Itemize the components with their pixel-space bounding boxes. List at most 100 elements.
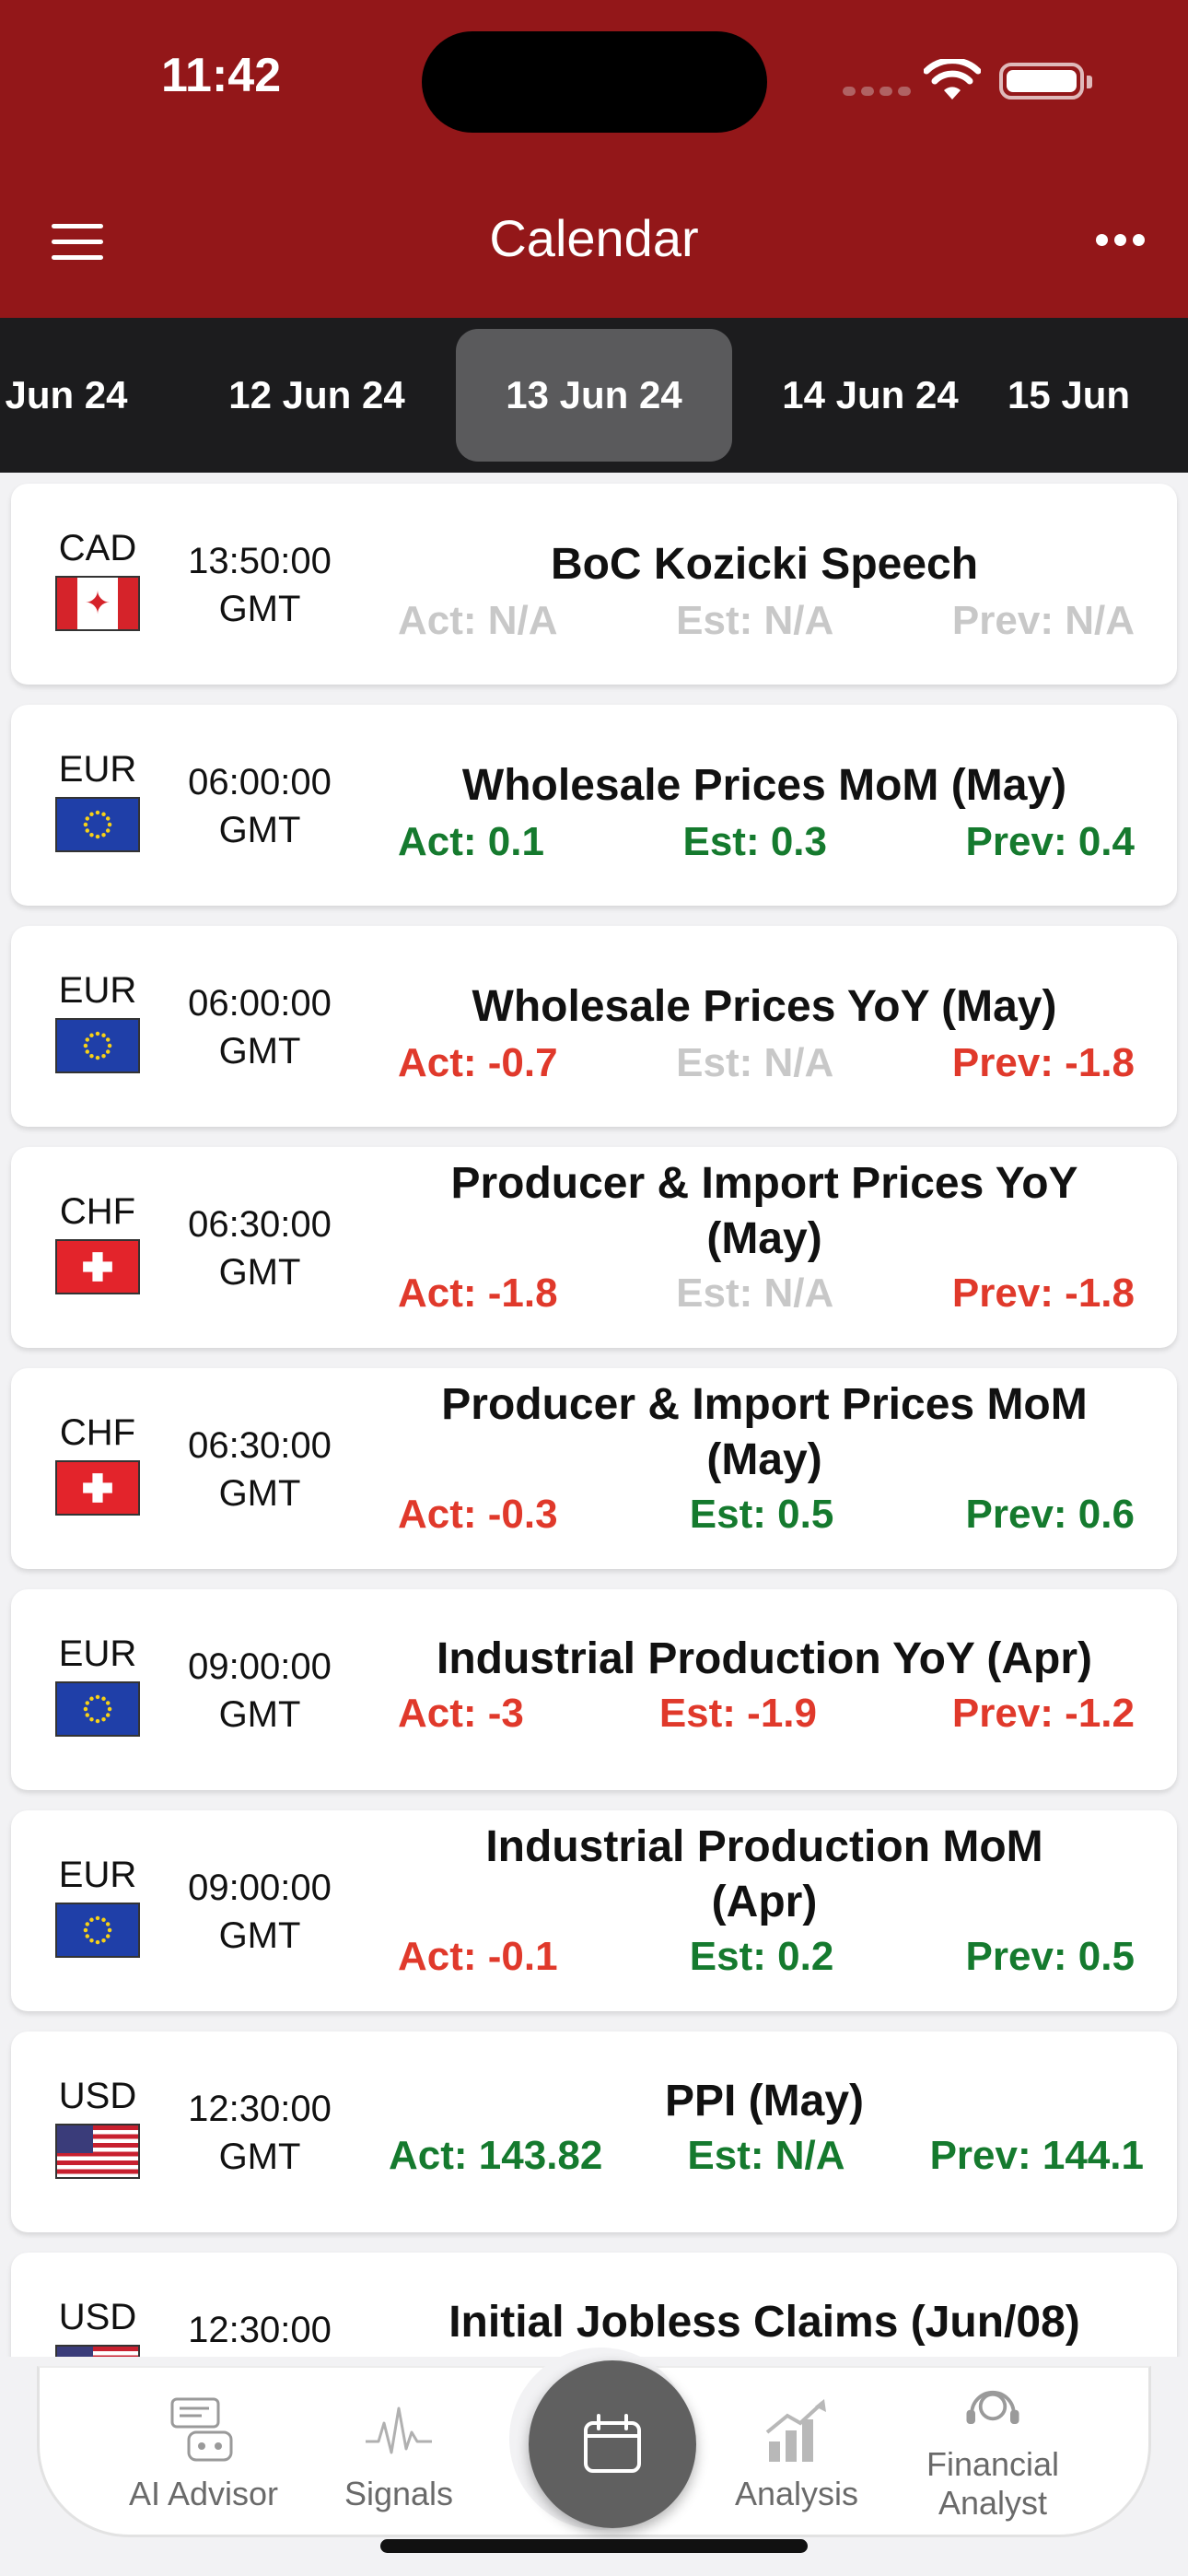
estimate-value: Est: 0.3: [682, 819, 827, 864]
date-tab-15-jun[interactable]: 15 Jun: [967, 329, 1188, 462]
currency-code: EUR: [58, 1633, 137, 1674]
nav-financial-analyst-label: Analyst: [938, 2484, 1048, 2522]
estimate-value: Est: -1.9: [658, 1691, 817, 1736]
page-title: Calendar: [489, 209, 699, 267]
wifi-icon: [924, 59, 981, 100]
date-tab-11-jun[interactable]: Jun 24: [0, 329, 204, 462]
actual-value: Act: -3: [398, 1691, 524, 1736]
event-time: 13:50:00: [188, 541, 332, 581]
us-flag-icon: [55, 2124, 140, 2179]
event-title-line: (May): [706, 1435, 822, 1484]
event-time: 12:30:00: [188, 2310, 332, 2350]
currency-code: EUR: [58, 1855, 137, 1895]
calendar-fab-button[interactable]: [529, 2360, 696, 2528]
nav-analysis-label: Analysis: [734, 2475, 859, 2512]
event-timezone: GMT: [218, 2137, 301, 2177]
swiss-flag-icon: [55, 1239, 140, 1294]
event-title-line: (May): [706, 1214, 822, 1263]
date-tab-13-jun[interactable]: 13 Jun 24: [456, 329, 732, 462]
nav-financial-analyst[interactable]: Financial Analyst: [891, 2377, 1094, 2523]
event-time: 06:30:00: [188, 1425, 332, 1466]
event-time: 06:30:00: [188, 1204, 332, 1245]
date-tab-12-jun[interactable]: 12 Jun 24: [179, 329, 455, 462]
date-selector: Jun 24 12 Jun 24 13 Jun 24 14 Jun 24 15 …: [0, 318, 1188, 473]
event-timezone: GMT: [218, 1915, 301, 1956]
event-title: Wholesale Prices MoM (May): [461, 761, 1067, 810]
event-timezone: GMT: [218, 1694, 301, 1735]
event-title: Producer & Import Prices YoY (May): [378, 1156, 1151, 1267]
event-values: Act: -3 Est: -1.9 Prev: -1.2: [398, 1689, 1135, 1739]
us-flag-icon: [55, 2345, 140, 2357]
home-indicator: [380, 2539, 808, 2553]
previous-value: Prev: 0.4: [965, 819, 1135, 864]
event-card[interactable]: CAD ✦ 13:50:00 GMT BoC Kozicki Speech Ac…: [11, 484, 1177, 685]
actual-value: Act: -0.3: [398, 1492, 558, 1537]
event-time: 09:00:00: [188, 1868, 332, 1908]
currency-code: USD: [58, 2297, 137, 2337]
event-title: Industrial Production YoY (Apr): [436, 1634, 1093, 1683]
swiss-flag-icon: [55, 1460, 140, 1516]
event-card[interactable]: EUR 06:00:00 GMT Wholesale Prices YoY (M…: [11, 926, 1177, 1127]
event-title: PPI (May): [664, 2077, 865, 2125]
currency-code: CHF: [59, 1412, 136, 1453]
event-card[interactable]: CHF 06:30:00 GMT Producer & Import Price…: [11, 1147, 1177, 1348]
event-card[interactable]: EUR 06:00:00 GMT Wholesale Prices MoM (M…: [11, 705, 1177, 906]
event-timezone: GMT: [218, 810, 301, 850]
estimate-value: Est: N/A: [676, 598, 834, 643]
nav-analysis[interactable]: Analysis: [695, 2395, 898, 2513]
actual-value: Act: 0.1: [398, 819, 544, 864]
currency-code: CAD: [58, 528, 137, 568]
event-values: Act: 0.1 Est: 0.3 Prev: 0.4: [398, 817, 1135, 867]
event-values: Act: 143.82 Est: N/A Prev: 144.1: [389, 2131, 1144, 2181]
actual-value: Act: 143.82: [389, 2133, 603, 2178]
event-timezone: GMT: [218, 1031, 301, 1071]
status-time: 11:42: [161, 49, 282, 102]
event-time: 12:30:00: [188, 2089, 332, 2129]
actual-value: Act: -0.7: [398, 1040, 558, 1085]
eu-flag-icon: [55, 1018, 140, 1073]
event-timezone: GMT: [218, 1252, 301, 1293]
eu-flag-icon: [55, 797, 140, 852]
event-title: Producer & Import Prices MoM (May): [378, 1377, 1151, 1488]
nav-signals[interactable]: Signals: [297, 2395, 500, 2513]
event-values: Act: -0.1 Est: 0.2 Prev: 0.5: [398, 1932, 1135, 1982]
event-values: Act: -0.3 Est: 0.5 Prev: 0.6: [398, 1490, 1135, 1540]
nav-signals-label: Signals: [344, 2475, 454, 2512]
previous-value: Prev: 0.6: [965, 1492, 1135, 1537]
previous-value: Prev: 0.5: [965, 1934, 1135, 1979]
nav-ai-advisor[interactable]: AI Advisor: [102, 2395, 305, 2513]
canada-flag-icon: ✦: [55, 576, 140, 631]
previous-value: Prev: N/A: [951, 598, 1135, 643]
event-card[interactable]: CHF 06:30:00 GMT Producer & Import Price…: [11, 1368, 1177, 1569]
estimate-value: Est: N/A: [687, 2133, 845, 2178]
event-card[interactable]: USD 12:30:00 GMT PPI (May) Act: 143.82 E…: [11, 2032, 1177, 2232]
previous-value: Prev: 144.1: [929, 2133, 1144, 2178]
event-title: BoC Kozicki Speech: [550, 540, 979, 589]
event-title: Industrial Production MoM (Apr): [378, 1820, 1151, 1930]
event-time: 06:00:00: [188, 983, 332, 1024]
cellular-signal-icon: [843, 87, 911, 96]
event-values: Act: -1.8 Est: N/A Prev: -1.8: [398, 1269, 1135, 1318]
event-time: 06:00:00: [188, 762, 332, 802]
actual-value: Act: N/A: [398, 598, 558, 643]
event-card[interactable]: USD 12:30:00 Initial Jobless Claims (Jun…: [11, 2253, 1177, 2357]
currency-code: EUR: [58, 749, 137, 790]
event-timezone: GMT: [218, 589, 301, 629]
previous-value: Prev: -1.8: [951, 1040, 1135, 1085]
app-header: 11:42 Calendar: [0, 0, 1188, 318]
battery-icon: [999, 63, 1092, 100]
actual-value: Act: -0.1: [398, 1934, 558, 1979]
nav-financial-analyst-label: Financial: [926, 2445, 1060, 2483]
currency-code: EUR: [58, 970, 137, 1011]
event-title-line: Producer & Import Prices YoY: [450, 1159, 1078, 1208]
nav-ai-advisor-label: AI Advisor: [128, 2475, 279, 2512]
currency-code: CHF: [59, 1191, 136, 1232]
event-values: Act: -0.7 Est: N/A Prev: -1.8: [398, 1038, 1135, 1088]
bar-growth-icon: [765, 2399, 826, 2462]
currency-code: USD: [58, 2076, 137, 2116]
previous-value: Prev: -1.2: [951, 1691, 1135, 1736]
more-options-icon[interactable]: [1096, 234, 1145, 246]
event-card[interactable]: EUR 09:00:00 GMT Industrial Production M…: [11, 1810, 1177, 2011]
eu-flag-icon: [55, 1681, 140, 1737]
event-card[interactable]: EUR 09:00:00 GMT Industrial Production Y…: [11, 1589, 1177, 1790]
